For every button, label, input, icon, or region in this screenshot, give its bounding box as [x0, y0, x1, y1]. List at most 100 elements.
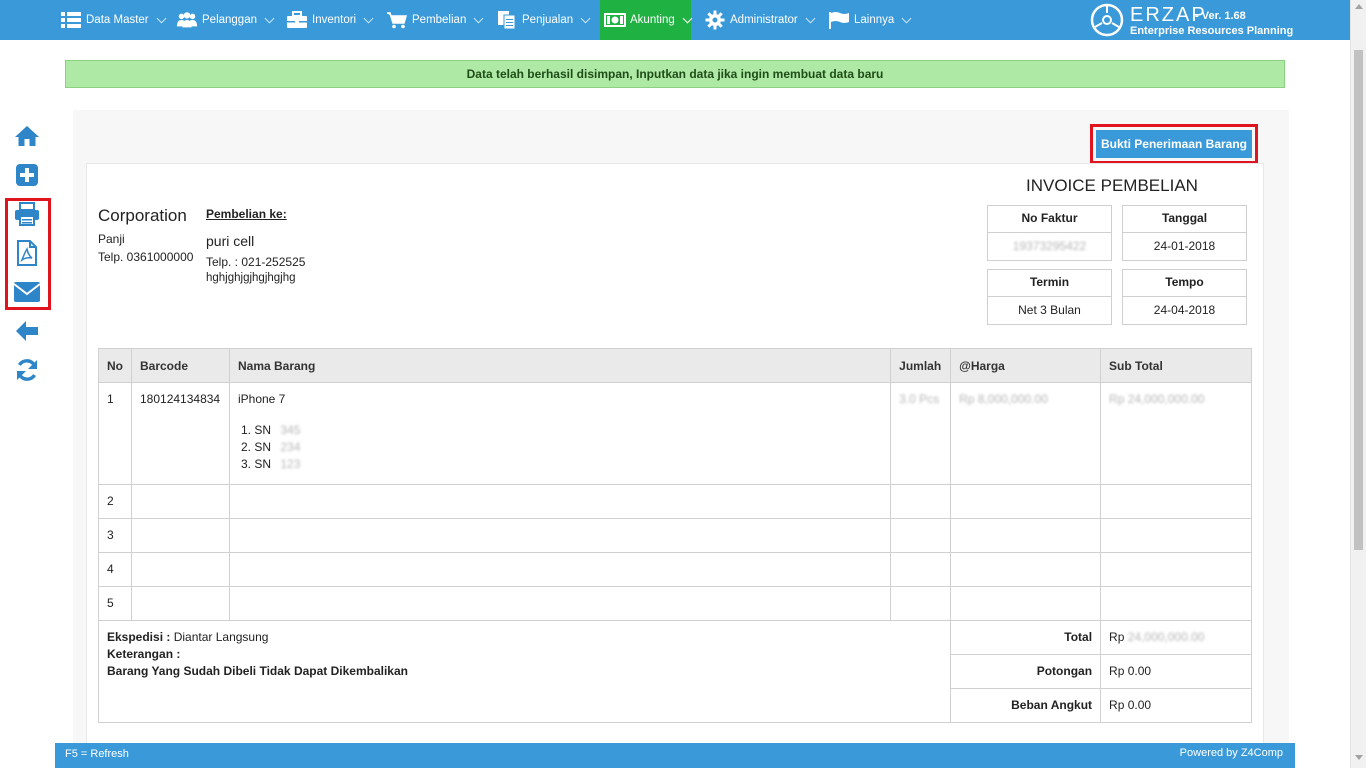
highlight-box: Bukti Penerimaan Barang	[1090, 124, 1258, 164]
nav-label: Pelanggan	[202, 14, 257, 26]
nav-label: Pembelian	[412, 14, 467, 26]
serial-value: 234	[280, 440, 301, 454]
cell-nama: iPhone 7 1. SN 345 2. SN 234 3. SN 123	[228, 382, 892, 485]
info-label: Termin	[988, 270, 1111, 297]
currency-prefix: Rp	[1109, 630, 1125, 644]
company-name: Corporation	[98, 206, 187, 225]
refresh-icon	[17, 359, 37, 381]
nav-label: Data Master	[86, 14, 149, 26]
money-icon	[604, 10, 626, 30]
chevron-down-icon	[805, 13, 816, 23]
list-icon	[60, 10, 82, 30]
supplier-address: hghjghjgjhgjhgjhg	[206, 272, 296, 284]
print-button[interactable]	[12, 199, 42, 229]
scroll-down-icon[interactable]	[1355, 755, 1363, 760]
home-icon	[15, 126, 39, 146]
nav-inventori[interactable]: Inventori	[286, 0, 374, 40]
table-row: 2	[98, 484, 1252, 519]
info-label: No Faktur	[988, 206, 1111, 233]
users-icon	[176, 10, 198, 30]
cell-jumlah: 3.0 Pcs	[890, 382, 952, 485]
top-navbar: Data Master Pelanggan Inventori Pembelia…	[0, 0, 1350, 40]
back-button[interactable]	[12, 316, 42, 346]
table-row: 1 180124134834 iPhone 7 1. SN 345 2. SN …	[98, 382, 1252, 485]
add-button[interactable]	[12, 160, 42, 190]
table-row: 4	[98, 552, 1252, 587]
column-header: Barcode	[131, 348, 230, 383]
info-tempo: Tempo 24-04-2018	[1122, 269, 1247, 325]
nav-label: Administrator	[730, 14, 798, 26]
beban-angkut-label: Beban Angkut	[950, 688, 1102, 723]
cell-subtotal: Rp 24,000,000.00	[1100, 382, 1252, 485]
nav-label: Akunting	[630, 14, 675, 26]
serial-label: 1. SN	[240, 423, 271, 437]
info-no-faktur: No Faktur 19373295422	[987, 205, 1112, 261]
info-label: Tempo	[1123, 270, 1246, 297]
table-header-row: No Barcode Nama Barang Jumlah @Harga Sub…	[98, 348, 1252, 383]
cell-no: 1	[98, 382, 132, 485]
nav-pelanggan[interactable]: Pelanggan	[176, 0, 275, 40]
potongan-label: Potongan	[950, 654, 1102, 689]
ekspedisi-label: Ekspedisi :	[107, 630, 171, 644]
bukti-penerimaan-barang-button[interactable]: Bukti Penerimaan Barang	[1096, 130, 1252, 158]
nav-akunting[interactable]: Akunting	[600, 0, 693, 40]
cell-barcode: 180124134834	[131, 382, 230, 485]
plus-icon	[16, 164, 38, 186]
refresh-button[interactable]	[12, 355, 42, 385]
table-row: 3	[98, 518, 1252, 553]
chevron-down-icon	[473, 13, 484, 23]
company-contact: Panji	[98, 232, 125, 246]
nav-data-master[interactable]: Data Master	[60, 0, 167, 40]
nav-pembelian[interactable]: Pembelian	[386, 0, 484, 40]
company-phone: Telp. 0361000000	[98, 250, 194, 264]
nav-label: Lainnya	[854, 14, 895, 26]
chevron-down-icon	[363, 13, 374, 23]
remarks-cell: Ekspedisi : Diantar Langsung Keterangan …	[97, 620, 952, 723]
nav-label: Penjualan	[522, 14, 574, 26]
briefcase-icon	[286, 10, 308, 30]
invoice-title: INVOICE PEMBELIAN	[1026, 176, 1198, 195]
cell-no: 5	[98, 586, 132, 621]
chevron-down-icon	[682, 13, 693, 23]
chevron-down-icon	[264, 13, 275, 23]
email-button[interactable]	[12, 277, 42, 307]
column-header: @Harga	[950, 348, 1102, 383]
brand-version: - Ver. 1.68	[1195, 10, 1246, 22]
home-button[interactable]	[12, 121, 42, 151]
brand: ERZAP - Ver. 1.68 Enterprise Resources P…	[1090, 3, 1340, 37]
column-header: Jumlah	[890, 348, 952, 383]
ekspedisi-line: Ekspedisi : Diantar Langsung	[107, 629, 942, 646]
pdf-button[interactable]	[12, 238, 42, 268]
beban-angkut-value: Rp 0.00	[1100, 688, 1252, 723]
items-table: No Barcode Nama Barang Jumlah @Harga Sub…	[97, 348, 1252, 723]
ekspedisi-value: Diantar Langsung	[173, 630, 269, 644]
column-header: Nama Barang	[228, 348, 892, 383]
gear-icon	[704, 10, 726, 30]
nav-administrator[interactable]: Administrator	[704, 0, 816, 40]
vertical-scrollbar[interactable]	[1350, 0, 1366, 768]
total-value: Rp 24,000,000.00	[1100, 620, 1252, 655]
table-row: 5	[98, 586, 1252, 621]
chevron-down-icon	[580, 13, 591, 23]
pdf-icon	[17, 240, 37, 266]
scroll-thumb[interactable]	[1354, 50, 1363, 550]
chevron-down-icon	[901, 13, 912, 23]
powered-by: Powered by Z4Comp	[1179, 747, 1283, 759]
cell-no: 3	[98, 518, 132, 553]
cell-harga: Rp 8,000,000.00	[950, 382, 1102, 485]
total-label: Total	[950, 620, 1102, 655]
cell-no: 4	[98, 552, 132, 587]
info-tanggal: Tanggal 24-01-2018	[1122, 205, 1247, 261]
serial-item: 2. SN 234	[238, 439, 882, 456]
brand-subtitle: Enterprise Resources Planning	[1130, 25, 1294, 37]
serial-label: 3. SN	[240, 457, 271, 471]
info-value: Net 3 Bulan	[1018, 303, 1081, 317]
info-value: 24-01-2018	[1153, 239, 1216, 253]
chevron-down-icon	[156, 13, 167, 23]
scroll-up-icon[interactable]	[1355, 4, 1363, 9]
nav-lainnya[interactable]: Lainnya	[828, 0, 912, 40]
cart-icon	[386, 10, 408, 30]
info-termin: Termin Net 3 Bulan	[987, 269, 1112, 325]
nav-penjualan[interactable]: Penjualan	[496, 0, 591, 40]
serial-item: 3. SN 123	[238, 456, 882, 473]
